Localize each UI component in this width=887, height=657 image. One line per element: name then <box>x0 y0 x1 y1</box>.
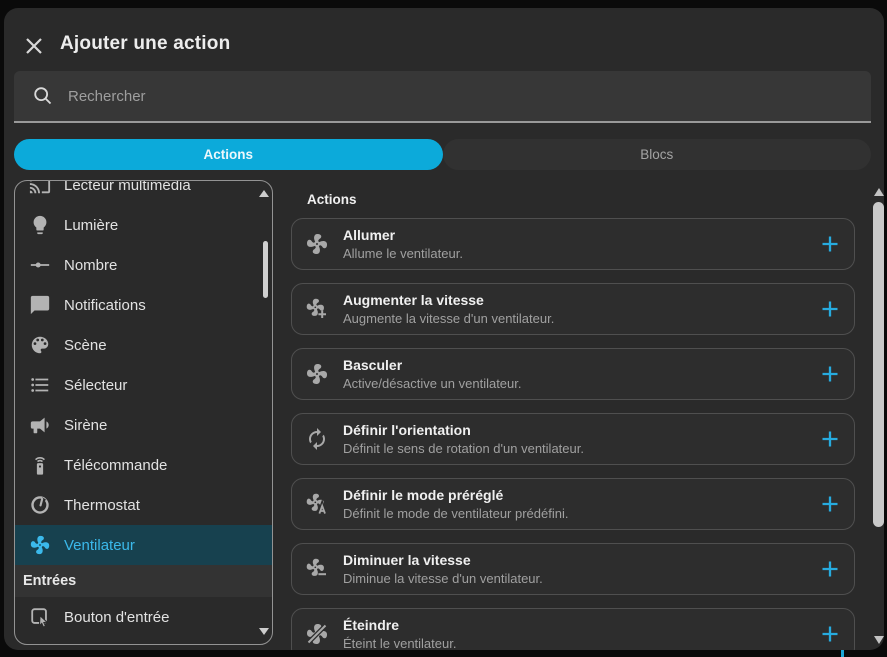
sidebar-item-label: Sirène <box>64 417 107 434</box>
panel-scrollbar-thumb[interactable] <box>873 202 884 527</box>
action-card-description: Active/désactive un ventilateur. <box>343 376 522 392</box>
sidebar-item-sirene[interactable]: Sirène <box>15 405 272 445</box>
sidebar-item-label: Notifications <box>64 297 146 314</box>
action-card-title: Diminuer la vitesse <box>343 552 543 569</box>
sidebar-item-label: Télécommande <box>64 457 167 474</box>
rotate-icon <box>305 427 329 451</box>
add-action-button[interactable] <box>820 364 840 384</box>
close-button[interactable] <box>22 34 46 58</box>
sidebar-scrollbar-thumb[interactable] <box>263 241 268 298</box>
action-card-description: Diminue la vitesse d'un ventilateur. <box>343 571 543 587</box>
add-action-dialog: Ajouter une action Actions Blocs Lecteur… <box>4 8 884 650</box>
dialog-title: Ajouter une action <box>60 33 230 55</box>
sidebar-item-lumiere[interactable]: Lumière <box>15 205 272 245</box>
sidebar-item-lecteur-multimedia[interactable]: Lecteur multimédia <box>15 180 272 205</box>
tab-bar: Actions Blocs <box>14 139 871 170</box>
action-card-diminuer-la-vitesse[interactable]: Diminuer la vitesse Diminue la vitesse d… <box>291 543 855 595</box>
action-card-definir-mode-preregle[interactable]: Définir le mode préréglé Définit le mode… <box>291 478 855 530</box>
cast-icon <box>29 180 51 196</box>
search-input[interactable] <box>68 71 871 121</box>
search-icon <box>32 85 54 107</box>
action-card-description: Augmente la vitesse d'un ventilateur. <box>343 311 554 327</box>
add-action-button[interactable] <box>820 299 840 319</box>
action-card-allumer[interactable]: Allumer Allume le ventilateur. <box>291 218 855 270</box>
tab-blocs[interactable]: Blocs <box>443 139 872 170</box>
action-card-eteindre[interactable]: Éteindre Éteint le ventilateur. <box>291 608 855 650</box>
fan-auto-icon <box>305 492 329 516</box>
plus-icon <box>820 494 840 514</box>
plus-icon <box>820 559 840 579</box>
domain-listbox: Lecteur multimédia Lumière Nombre Notifi… <box>14 180 273 645</box>
background-artifact <box>841 650 844 657</box>
action-card-description: Allume le ventilateur. <box>343 246 463 262</box>
fan-icon <box>305 232 329 256</box>
sidebar-item-label: Nombre <box>64 257 117 274</box>
thermostat-dial-icon <box>29 494 51 516</box>
close-icon <box>22 34 46 58</box>
action-card-augmenter-la-vitesse[interactable]: Augmenter la vitesse Augmente la vitesse… <box>291 283 855 335</box>
action-card-description: Définit le sens de rotation d'un ventila… <box>343 441 584 457</box>
add-action-button[interactable] <box>820 494 840 514</box>
fan-plus-icon <box>305 297 329 321</box>
sidebar-item-notifications[interactable]: Notifications <box>15 285 272 325</box>
action-card-title: Éteindre <box>343 617 456 634</box>
sidebar-item-thermostat[interactable]: Thermostat <box>15 485 272 525</box>
add-action-button[interactable] <box>820 624 840 644</box>
sidebar-item-label: Sélecteur <box>64 377 127 394</box>
sidebar-item-label: Lecteur multimédia <box>64 180 191 194</box>
panel-scroll-down-icon[interactable] <box>874 636 884 644</box>
action-card-title: Basculer <box>343 357 522 374</box>
message-icon <box>29 294 51 316</box>
action-card-title: Définir l'orientation <box>343 422 584 439</box>
sidebar-item-label: Bouton d'entrée <box>64 609 169 626</box>
tap-button-icon <box>29 606 51 628</box>
tab-actions[interactable]: Actions <box>14 139 443 170</box>
action-card-description: Définit le mode de ventilateur prédéfini… <box>343 506 568 522</box>
sidebar-item-ventilateur[interactable]: Ventilateur <box>15 525 272 565</box>
palette-icon <box>29 334 51 356</box>
action-card-title: Augmenter la vitesse <box>343 292 554 309</box>
plus-icon <box>820 364 840 384</box>
plus-icon <box>820 299 840 319</box>
fan-icon <box>305 362 329 386</box>
remote-icon <box>29 454 51 476</box>
action-card-definir-orientation[interactable]: Définir l'orientation Définit le sens de… <box>291 413 855 465</box>
sidebar-scroll-down-icon[interactable] <box>259 628 269 635</box>
search-field <box>14 71 871 123</box>
action-card-title: Allumer <box>343 227 463 244</box>
action-card-basculer[interactable]: Basculer Active/désactive un ventilateur… <box>291 348 855 400</box>
sidebar-item-selecteur[interactable]: Sélecteur <box>15 365 272 405</box>
sidebar-item-label: Lumière <box>64 217 118 234</box>
action-card-title: Définir le mode préréglé <box>343 487 568 504</box>
sidebar-item-telecommande[interactable]: Télécommande <box>15 445 272 485</box>
add-action-button[interactable] <box>820 559 840 579</box>
ray-vertex-icon <box>29 254 51 276</box>
list-bulleted-icon <box>29 374 51 396</box>
action-card-description: Éteint le ventilateur. <box>343 636 456 651</box>
panel-scroll-up-icon[interactable] <box>874 188 884 196</box>
plus-icon <box>820 624 840 644</box>
sidebar-item-bouton-dentree[interactable]: Bouton d'entrée <box>15 597 272 637</box>
action-card-list: Allumer Allume le ventilateur. Augmenter… <box>291 218 855 650</box>
add-action-button[interactable] <box>820 429 840 449</box>
sidebar-item-scene[interactable]: Scène <box>15 325 272 365</box>
sidebar-item-label: Scène <box>64 337 107 354</box>
fan-icon <box>29 534 51 556</box>
plus-icon <box>820 429 840 449</box>
lightbulb-icon <box>29 214 51 236</box>
fan-off-icon <box>305 622 329 646</box>
sidebar-section-entrees: Entrées <box>15 565 272 597</box>
plus-icon <box>820 234 840 254</box>
fan-minus-icon <box>305 557 329 581</box>
add-action-button[interactable] <box>820 234 840 254</box>
bullhorn-icon <box>29 414 51 436</box>
sidebar-item-nombre[interactable]: Nombre <box>15 245 272 285</box>
sidebar-item-label: Thermostat <box>64 497 140 514</box>
sidebar-scroll-up-icon[interactable] <box>259 190 269 197</box>
actions-panel-header: Actions <box>307 192 357 207</box>
sidebar-item-label: Ventilateur <box>64 537 135 554</box>
